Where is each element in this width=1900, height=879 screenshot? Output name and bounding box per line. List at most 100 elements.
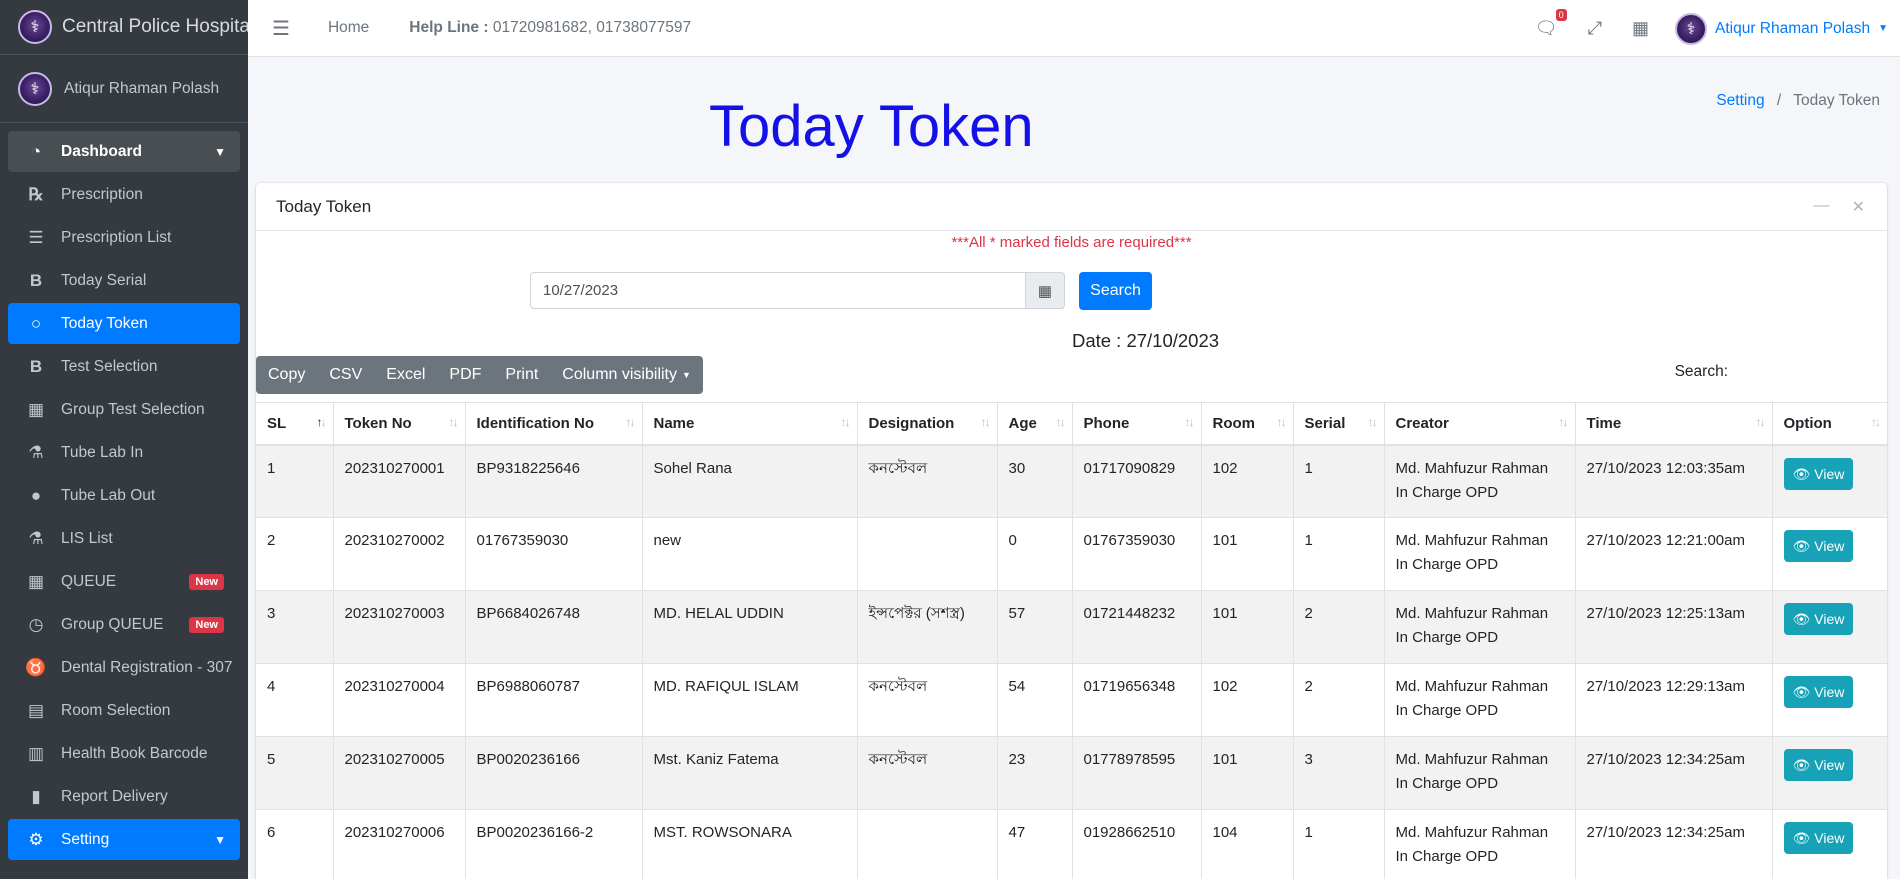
view-button[interactable]: 👁 View [1783,749,1854,781]
sidebar-item-setting[interactable]: ⚙ Setting ▼ [8,819,240,860]
col-header-token-no[interactable]: Token No ↑↓ [333,402,466,446]
sidebar-item-prescription-list[interactable]: ☰ Prescription List [8,217,240,258]
cell-option: 👁 View [1772,444,1887,518]
col-header-label: Room [1212,414,1256,432]
sidebar-item-group-queue[interactable]: ◷ Group QUEUE New [8,604,240,645]
col-header-name[interactable]: Name ↑↓ [642,402,858,446]
cell-room: 101 [1201,517,1294,591]
user-avatar: ⚕ [18,71,52,106]
view-button[interactable]: 👁 View [1783,822,1854,854]
top-right-tools: 🗨 0 ⤢ ▦ ⚕ Atiqur Rhaman Polash ▼ [1505,0,1888,57]
cell-identification-no: BP6988060787 [465,663,643,737]
col-header-option[interactable]: Option ↑↓ [1772,402,1887,446]
minimize-icon[interactable]: — [1814,197,1830,217]
date-picker-group: ▦ [530,272,1065,309]
sidebar-item-label: QUEUE [61,572,117,590]
col-header-time[interactable]: Time ↑↓ [1575,402,1773,446]
view-button[interactable]: 👁 View [1783,457,1854,490]
sidebar-item-tube-lab-out[interactable]: ● Tube Lab Out [8,475,240,516]
csv-button[interactable]: CSV [317,356,374,394]
calendar-icon[interactable]: ▦ [1026,272,1065,309]
print-button[interactable]: Print [493,356,550,394]
sidebar-item-room-selection[interactable]: ▤ Room Selection [8,690,240,731]
pdf-button[interactable]: PDF [437,356,493,394]
sort-icon: ↑↓ [1755,415,1766,429]
cell-sl: 2 [256,517,334,591]
sidebar-item-queue[interactable]: ▦ QUEUE New [8,561,240,602]
col-header-creator[interactable]: Creator ↑↓ [1384,402,1576,446]
col-header-room[interactable]: Room ↑↓ [1201,402,1294,446]
sidebar-item-today-token[interactable]: ○ Today Token [8,303,240,344]
cell-creator: Md. Mahfuzur Rahman In Charge OPD [1384,663,1576,737]
col-header-identification-no[interactable]: Identification No ↑↓ [465,402,643,446]
table-row: 3 202310270003 BP6684026748 MD. HELAL UD… [256,590,1887,664]
creator-role: In Charge OPD [1395,775,1499,792]
sidebar-item-label: Group Test Selection [61,400,205,418]
close-icon[interactable]: ✕ [1852,197,1865,217]
cell-identification-no: BP0020236166 [465,736,643,810]
sidebar-item-dashboard[interactable]: ◔ Dashboard ▼ [8,131,240,172]
sidebar-item-label: Prescription List [61,228,172,246]
hamburger-menu-icon[interactable]: ☰ [272,16,290,41]
cell-serial: 1 [1293,517,1385,591]
cell-serial: 3 [1293,736,1385,810]
view-button[interactable]: 👁 View [1783,676,1854,708]
view-button[interactable]: 👁 View [1783,530,1854,562]
sidebar-item-dental-registration[interactable]: ♉ Dental Registration - 307 [8,647,240,688]
helpline-label: Help Line : [409,19,489,36]
date-input[interactable] [530,272,1026,309]
sidebar-item-prescription[interactable]: ℞ Prescription [8,174,240,215]
messages-icon[interactable]: 🗨 0 [1535,9,1567,39]
home-link[interactable]: Home [328,19,369,37]
col-header-label: Phone [1083,414,1130,432]
breadcrumb-setting-link[interactable]: Setting [1716,92,1764,109]
excel-button[interactable]: Excel [374,356,437,394]
sort-icon: ↑↓ [1276,415,1287,429]
cell-sl: 6 [256,809,334,879]
sidebar-item-lis-list[interactable]: ⚗ LIS List [8,518,240,559]
cell-option: 👁 View [1772,736,1887,810]
sidebar-item-test-selection[interactable]: B Test Selection [8,346,240,387]
cell-option: 👁 View [1772,663,1887,737]
creator-role: In Charge OPD [1395,629,1499,646]
fullscreen-icon[interactable]: ⤢ [1588,18,1602,39]
user-menu[interactable]: ⚕ Atiqur Rhaman Polash ▼ [1675,12,1888,45]
creator-name: Md. Mahfuzur Rahman [1395,751,1549,768]
card-title: Today Token [276,196,372,216]
table-row: 2 202310270002 01767359030 new 0 0176735… [256,517,1887,591]
cell-creator: Md. Mahfuzur Rahman In Charge OPD [1384,736,1576,810]
sort-icon: ↑↓ [448,415,459,429]
creator-role: In Charge OPD [1395,483,1499,501]
col-header-label: Serial [1304,414,1346,432]
sidebar-item-health-book-barcode[interactable]: ▥ Health Book Barcode [8,733,240,774]
eye-icon: 👁 [1792,538,1811,554]
brand-link[interactable]: ⚕ Central Police Hospital [0,0,248,55]
col-header-phone[interactable]: Phone ↑↓ [1072,402,1202,446]
col-header-serial[interactable]: Serial ↑↓ [1293,402,1385,446]
view-button[interactable]: 👁 View [1783,603,1854,635]
sidebar-item-report-delivery[interactable]: ▮ Report Delivery [8,776,240,817]
col-header-designation[interactable]: Designation ↑↓ [857,402,998,446]
grid-apps-icon[interactable]: ▦ [1632,18,1649,39]
col-header-sl[interactable]: SL ↑↓ [256,402,334,446]
column-visibility-button[interactable]: Column visibility ▼ [550,356,703,394]
helpline: Help Line : 01720981682, 01738077597 [409,19,691,37]
cell-time: 27/10/2023 12:34:25am [1575,809,1773,879]
sort-icon: ↑↓ [1558,415,1569,429]
sidebar-item-group-test-selection[interactable]: ▦ Group Test Selection [8,389,240,430]
sidebar-item-label: Health Book Barcode [61,744,208,762]
gear-icon: ⚙ [28,829,44,849]
cell-token-no: 202310270001 [333,444,466,518]
cell-age: 0 [997,517,1073,591]
creator-name: Md. Mahfuzur Rahman [1395,459,1549,477]
sidebar-item-today-serial[interactable]: B Today Serial [8,260,240,301]
user-panel[interactable]: ⚕ Atiqur Rhaman Polash [0,55,248,123]
col-header-age[interactable]: Age ↑↓ [997,402,1073,446]
search-button[interactable]: Search [1079,272,1152,310]
barcode-icon: ▥ [27,743,45,763]
copy-button[interactable]: Copy [256,356,317,394]
sidebar-item-label: Test Selection [61,357,158,375]
cell-phone: 01928662510 [1072,809,1202,879]
sidebar-item-tube-lab-in[interactable]: ⚗ Tube Lab In [8,432,240,473]
cell-age: 47 [997,809,1073,879]
